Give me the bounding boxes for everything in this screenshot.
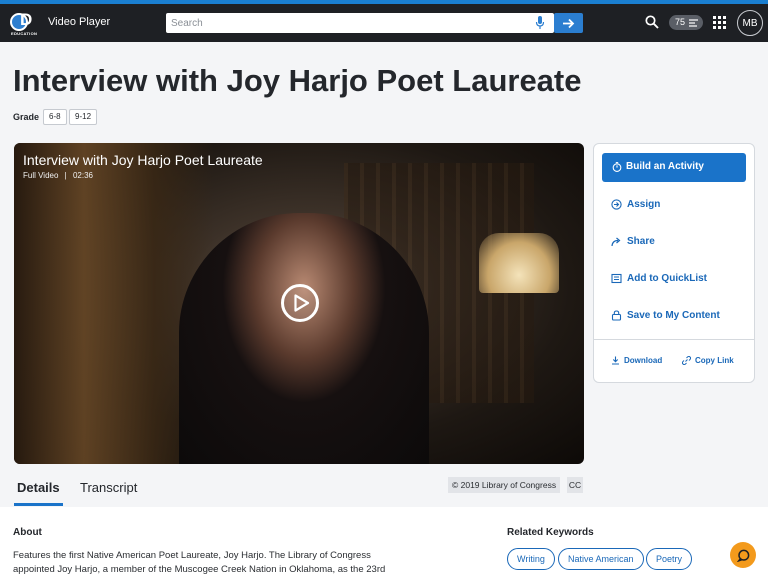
notification-badge[interactable]: 75 [669, 15, 703, 30]
save-to-my-content-button[interactable]: Save to My Content [611, 307, 720, 323]
active-tab-indicator [14, 503, 63, 506]
tabs-bar: Details Transcript © 2019 Library of Con… [0, 465, 768, 507]
top-navigation-bar: D EDUCATION Video Player 75 MB [0, 4, 768, 42]
download-link[interactable]: Download [611, 356, 662, 365]
details-section: About Features the first Native American… [0, 507, 768, 575]
list-icon [689, 19, 698, 27]
video-meta: Full Video | 02:36 [23, 171, 94, 180]
related-keywords-heading: Related Keywords [507, 527, 594, 538]
action-panel: Build an Activity Assign Share Add to Qu… [593, 143, 755, 383]
apps-grid-icon[interactable] [713, 16, 726, 29]
copy-link[interactable]: Copy Link [682, 356, 734, 365]
panel-divider [594, 339, 754, 340]
play-button[interactable] [281, 284, 319, 322]
microphone-icon[interactable] [535, 16, 545, 30]
notification-count: 75 [675, 17, 686, 27]
video-duration: 02:36 [72, 171, 94, 180]
about-text: Features the first Native American Poet … [13, 550, 386, 575]
search-box [166, 13, 554, 33]
video-title: Interview with Joy Harjo Poet Laureate [23, 152, 263, 168]
share-arrow-icon [611, 237, 621, 246]
tab-transcript[interactable]: Transcript [80, 480, 137, 495]
assign-button[interactable]: Assign [611, 196, 660, 212]
video-thumbnail-subject [179, 213, 429, 464]
user-avatar[interactable]: MB [737, 10, 763, 36]
share-button[interactable]: Share [611, 233, 655, 249]
keyword-chip-native-american[interactable]: Native American [558, 548, 644, 570]
logo-text: EDUCATION [11, 31, 38, 36]
page-title: Interview with Joy Harjo Poet Laureate [13, 63, 582, 98]
about-heading: About [13, 527, 42, 538]
discovery-education-logo[interactable]: D EDUCATION [9, 10, 39, 37]
keyword-chip-poetry[interactable]: Poetry [646, 548, 693, 570]
video-player[interactable]: Interview with Joy Harjo Poet Laureate F… [14, 143, 584, 464]
search-input[interactable] [166, 13, 526, 33]
download-icon [612, 356, 619, 365]
grade-chip-9-12: 9-12 [69, 109, 98, 125]
build-activity-button[interactable]: Build an Activity [602, 153, 746, 182]
chat-bubble-icon [736, 549, 749, 562]
grade-label: Grade [13, 112, 40, 122]
video-type: Full Video [23, 171, 59, 180]
play-icon [294, 294, 310, 312]
arrow-right-icon [563, 18, 575, 28]
chat-button[interactable] [730, 542, 756, 568]
copyright-label: © 2019 Library of Congress [448, 477, 561, 493]
lock-save-icon [611, 309, 622, 321]
search-submit-button[interactable] [554, 13, 583, 33]
stopwatch-icon [612, 162, 622, 172]
closed-captions-badge[interactable]: CC [567, 477, 583, 493]
tab-details[interactable]: Details [17, 480, 60, 495]
app-title: Video Player [48, 16, 111, 28]
link-icon [682, 356, 691, 365]
list-add-icon [611, 273, 622, 283]
arrow-circle-icon [611, 198, 622, 210]
grade-chip-6-8: 6-8 [43, 109, 67, 125]
search-icon[interactable] [645, 15, 659, 29]
keyword-chip-writing[interactable]: Writing [507, 548, 555, 570]
add-to-quicklist-button[interactable]: Add to QuickList [611, 270, 707, 286]
